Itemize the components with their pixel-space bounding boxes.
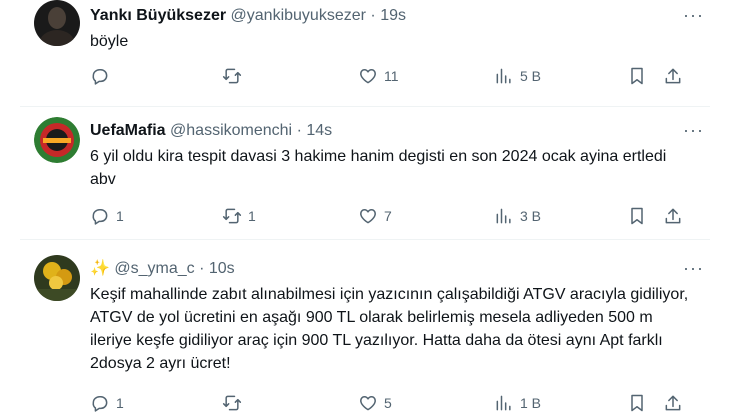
- avatar[interactable]: [34, 0, 80, 46]
- like-button[interactable]: 5: [358, 392, 392, 414]
- retweet-icon: [222, 68, 242, 84]
- timestamp[interactable]: 10s: [209, 260, 235, 277]
- like-button[interactable]: 7: [358, 205, 392, 227]
- reply-icon: [92, 209, 108, 225]
- retweet-icon: [222, 208, 242, 224]
- author-handle[interactable]: @hassikomenchi: [170, 122, 292, 139]
- views-button[interactable]: 5 B: [494, 65, 541, 87]
- tweet-text: böyle: [90, 33, 129, 50]
- author-name[interactable]: Yankı Büyüksezer: [90, 7, 226, 24]
- retweet-button[interactable]: [222, 392, 248, 414]
- reply-count: 1: [116, 208, 124, 224]
- bookmark-button[interactable]: [627, 65, 647, 87]
- like-count: 11: [384, 68, 399, 84]
- like-icon: [360, 69, 376, 84]
- reply-icon: [92, 69, 108, 85]
- reply-count: 1: [116, 395, 124, 411]
- tweet-1[interactable]: Yankı Büyüksezer @yankibuyuksezer · 19s …: [0, 0, 730, 106]
- retweet-count: 1: [248, 208, 256, 224]
- like-count: 5: [384, 395, 392, 411]
- tweet-2[interactable]: UefaMafia @hassikomenchi · 14s ··· 6 yil…: [0, 107, 730, 238]
- views-count: 1 B: [520, 395, 542, 411]
- avatar[interactable]: [34, 255, 80, 301]
- author-name[interactable]: UefaMafia: [90, 122, 166, 139]
- separator: ·: [199, 260, 205, 277]
- share-icon: [665, 208, 681, 224]
- share-button[interactable]: [663, 392, 683, 414]
- bookmark-button[interactable]: [627, 392, 647, 414]
- author-name[interactable]: ✨: [90, 260, 110, 277]
- views-icon: [496, 68, 511, 84]
- author-handle[interactable]: @yankibuyuksezer: [231, 7, 366, 24]
- timestamp[interactable]: 14s: [306, 122, 332, 139]
- reply-button[interactable]: [90, 65, 116, 87]
- timestamp[interactable]: 19s: [380, 7, 406, 24]
- like-icon: [360, 209, 376, 224]
- separator: ·: [296, 122, 302, 139]
- retweet-icon: [222, 395, 242, 411]
- bookmark-icon: [631, 207, 643, 225]
- reply-button[interactable]: 1: [90, 205, 124, 227]
- more-icon[interactable]: ···: [683, 121, 704, 139]
- author-handle[interactable]: @s_yma_c: [114, 260, 194, 277]
- share-icon: [665, 68, 681, 84]
- avatar[interactable]: [34, 117, 80, 163]
- separator: ·: [370, 7, 376, 24]
- share-button[interactable]: [663, 65, 683, 87]
- views-icon: [496, 208, 511, 224]
- share-icon: [665, 395, 681, 411]
- tweet-text: Keşif mahallinde zabıt alınabilmesi için…: [90, 286, 689, 372]
- more-icon[interactable]: ···: [683, 259, 704, 277]
- bookmark-button[interactable]: [627, 205, 647, 227]
- tweet-text: 6 yil oldu kira tespit davasi 3 hakime h…: [90, 148, 667, 188]
- like-icon: [360, 396, 376, 411]
- like-button[interactable]: 11: [358, 65, 399, 87]
- views-count: 5 B: [520, 68, 542, 84]
- bookmark-icon: [631, 67, 643, 85]
- share-button[interactable]: [663, 205, 683, 227]
- bookmark-icon: [631, 394, 643, 412]
- views-icon: [496, 395, 511, 411]
- views-button[interactable]: 1 B: [494, 392, 541, 414]
- like-count: 7: [384, 208, 392, 224]
- retweet-button[interactable]: [222, 65, 248, 87]
- views-button[interactable]: 3 B: [494, 205, 541, 227]
- views-count: 3 B: [520, 208, 542, 224]
- reply-icon: [92, 396, 108, 412]
- retweet-button[interactable]: 1: [222, 205, 256, 227]
- more-icon[interactable]: ···: [683, 6, 704, 24]
- tweet-3[interactable]: ✨ @s_yma_c · 10s ··· Keşif mahallinde za…: [0, 240, 730, 420]
- reply-button[interactable]: 1: [90, 392, 124, 414]
